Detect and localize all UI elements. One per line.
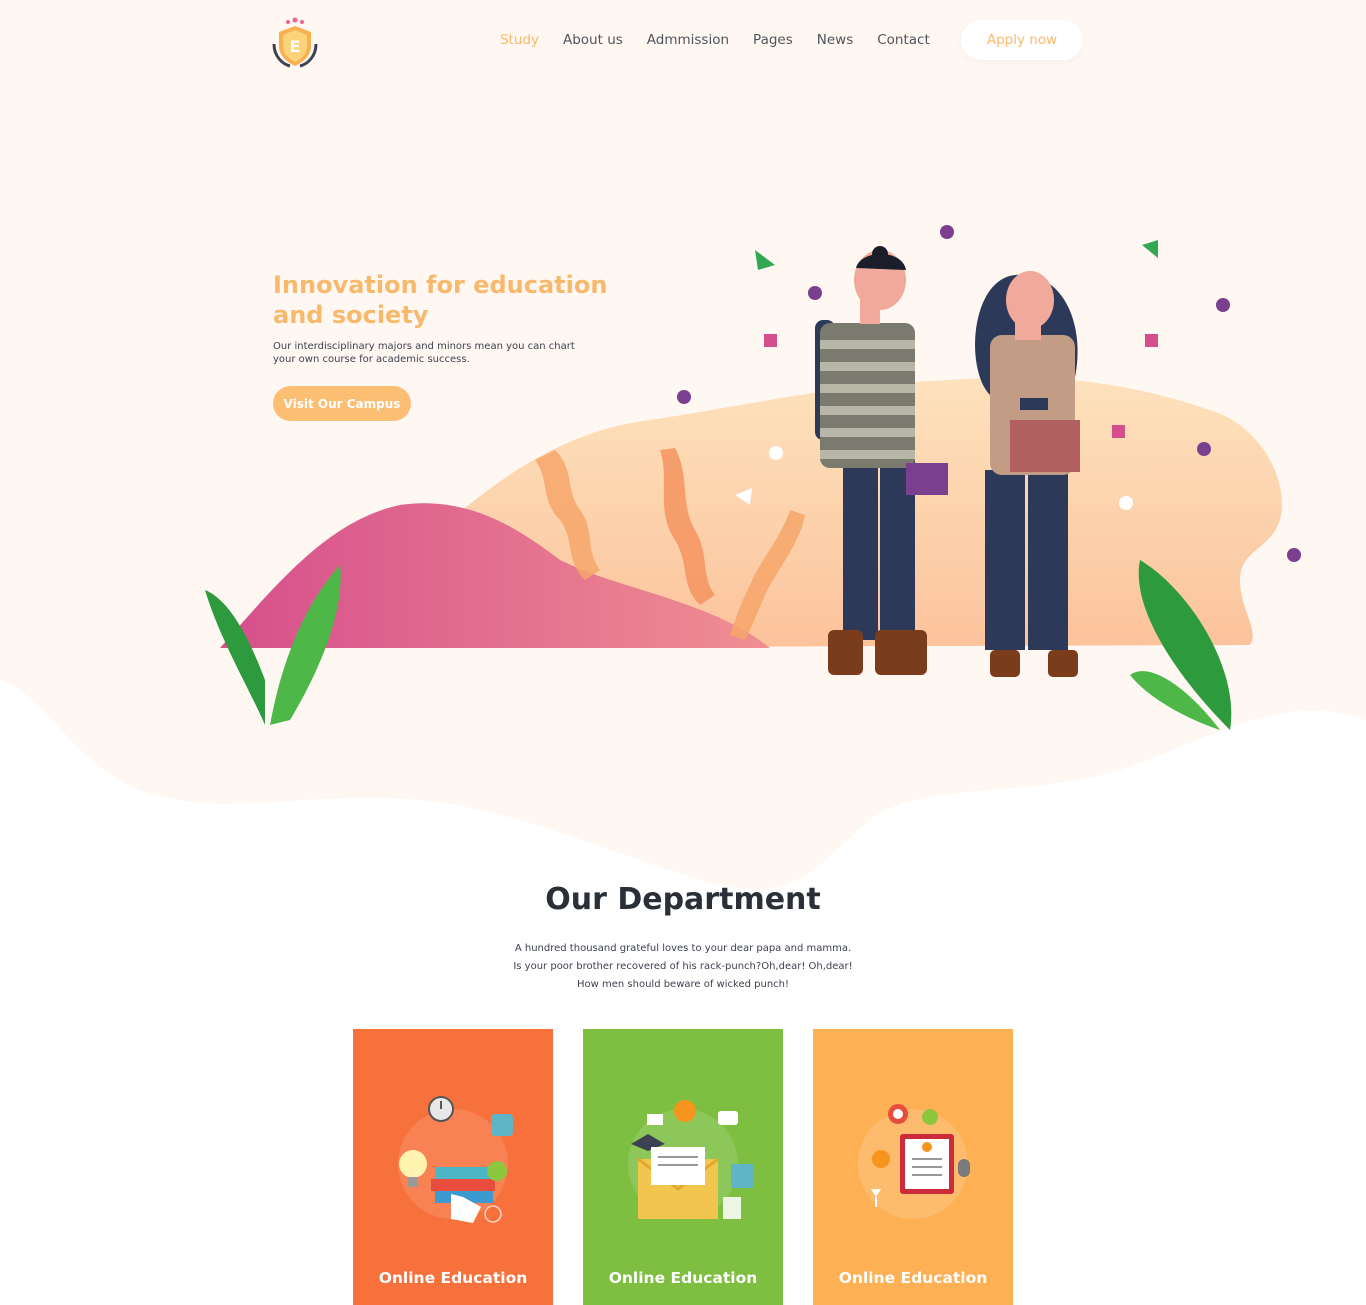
department-description: A hundred thousand grateful loves to you…: [0, 940, 1366, 994]
department-title: Our Department: [545, 882, 821, 917]
students-illustration: [205, 225, 1301, 730]
department-card-2[interactable]: Online Education: [583, 1029, 783, 1305]
main-nav: Study About us Admmission Pages News Con…: [500, 20, 954, 60]
department-description-line-3: How men should beware of wicked punch!: [577, 979, 789, 990]
nav-item-about-us[interactable]: About us: [563, 32, 623, 48]
department-description-line-1: A hundred thousand grateful loves to you…: [514, 943, 852, 954]
education-books-icon: [398, 1096, 513, 1223]
department-card-2-label: Online Education: [608, 1269, 758, 1287]
education-certificate-icon: [858, 1104, 970, 1219]
nav-item-contact[interactable]: Contact: [877, 32, 930, 48]
department-cards: Online Education Online Education Online…: [353, 1029, 1013, 1305]
nav-item-admission[interactable]: Admmission: [647, 32, 729, 48]
nav-item-pages[interactable]: Pages: [753, 32, 793, 48]
logo-icon[interactable]: E: [268, 16, 322, 70]
logo-letter: E: [290, 37, 301, 56]
nav-item-news[interactable]: News: [817, 32, 853, 48]
nav-item-study[interactable]: Study: [500, 32, 539, 48]
apply-now-button[interactable]: Apply now: [961, 20, 1083, 60]
department-card-1-label: Online Education: [378, 1269, 528, 1287]
department-card-3[interactable]: Online Education: [813, 1029, 1013, 1305]
education-envelope-icon: [628, 1100, 753, 1219]
department-description-line-2: Is your poor brother recovered of his ra…: [513, 961, 853, 972]
department-card-1[interactable]: Online Education: [353, 1029, 553, 1305]
department-card-3-label: Online Education: [838, 1269, 988, 1287]
